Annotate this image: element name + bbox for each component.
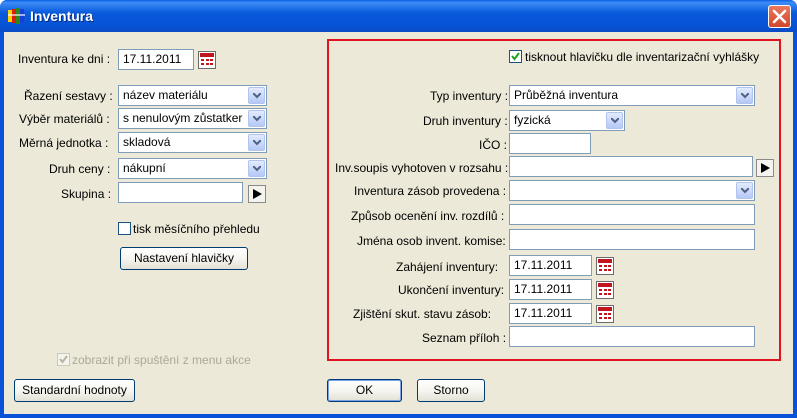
provedena-select[interactable] <box>509 180 755 201</box>
zpusob-field[interactable] <box>509 204 755 225</box>
inventura-ke-dni-label: Inventura ke dni : <box>18 52 111 66</box>
standard-values-button[interactable]: Standardní hodnoty <box>14 379 135 402</box>
ok-label: OK <box>355 383 374 397</box>
zahajeni-field[interactable]: 17.11.2011 <box>509 255 592 276</box>
soupis-field[interactable] <box>509 156 753 177</box>
merna-select[interactable]: skladová <box>118 132 267 153</box>
check-icon <box>59 355 68 364</box>
inventura-ke-dni-field[interactable]: 17.11.2011 <box>118 49 194 70</box>
zjisteni-field[interactable]: 17.11.2011 <box>509 303 592 324</box>
dialog-window: Inventura Inventura ke dni : 17.11.2011 … <box>0 0 797 418</box>
calendar-icon[interactable] <box>596 281 614 299</box>
dialog-client: Inventura ke dni : 17.11.2011 Řazení ses… <box>4 32 793 414</box>
skupina-play-button[interactable] <box>248 185 266 203</box>
nastaveni-hlavicky-label: Nastavení hlavičky <box>133 251 235 265</box>
typ-value: Průběžná inventura <box>514 88 619 102</box>
play-icon <box>253 189 262 199</box>
chevron-down-icon[interactable] <box>248 87 265 104</box>
razeni-value: název materiálu <box>123 88 208 102</box>
calendar-icon[interactable] <box>596 257 614 275</box>
zpusob-label: Způsob ocenění inv. rozdílů : <box>351 209 505 223</box>
soupis-label: Inv.soupis vyhotoven v rozsahu : <box>335 161 509 175</box>
chevron-down-icon[interactable] <box>606 112 623 129</box>
ok-button[interactable]: OK <box>327 379 402 402</box>
jmena-label: Jména osob invent. komise: <box>357 234 506 248</box>
typ-select[interactable]: Průběžná inventura <box>509 85 755 106</box>
check-icon <box>511 52 520 61</box>
vyber-value: s nenulovým zůstatker <box>123 111 243 125</box>
merna-label: Měrná jednotka : <box>19 136 109 150</box>
seznam-label: Seznam příloh : <box>422 331 507 345</box>
ico-label: IČO : <box>479 138 508 152</box>
druh-ceny-value: nákupní <box>123 161 166 175</box>
calendar-icon[interactable] <box>596 305 614 323</box>
tisk-label: tisk měsíčního přehledu <box>133 222 260 236</box>
druh-ceny-select[interactable]: nákupní <box>118 158 267 179</box>
nastaveni-hlavicky-button[interactable]: Nastavení hlavičky <box>120 247 248 270</box>
druh-ceny-label: Druh ceny : <box>49 162 111 176</box>
chevron-down-icon[interactable] <box>248 134 265 151</box>
zobrazit-checkbox[interactable] <box>57 353 70 366</box>
skupina-field[interactable] <box>118 182 243 203</box>
chevron-down-icon[interactable] <box>736 87 753 104</box>
razeni-label: Řazení sestavy : <box>24 89 113 103</box>
jmena-field[interactable] <box>509 229 755 250</box>
zahajeni-label: Zahájení inventury: <box>396 260 499 274</box>
vyber-select[interactable]: s nenulovým zůstatker <box>118 108 267 129</box>
tisknout-checkbox[interactable] <box>509 50 522 63</box>
app-icon <box>8 8 25 24</box>
seznam-field[interactable] <box>509 326 755 347</box>
window-title: Inventura <box>30 8 94 24</box>
ukonceni-label: Ukončení inventury: <box>398 283 505 297</box>
close-button[interactable] <box>768 5 791 28</box>
calendar-icon[interactable] <box>198 51 216 69</box>
chevron-down-icon[interactable] <box>736 182 753 199</box>
tisk-checkbox[interactable] <box>118 222 131 235</box>
tisknout-label: tisknout hlavičku dle inventarizační vyh… <box>525 50 760 64</box>
skupina-label: Skupina : <box>61 187 112 201</box>
ukonceni-field[interactable]: 17.11.2011 <box>509 279 592 300</box>
chevron-down-icon[interactable] <box>248 160 265 177</box>
druh-select[interactable]: fyzická <box>509 110 625 131</box>
typ-label: Typ inventury : <box>430 89 509 103</box>
merna-value: skladová <box>123 135 171 149</box>
druh-label: Druh inventury : <box>423 114 508 128</box>
close-icon <box>772 9 787 24</box>
play-icon <box>761 163 770 173</box>
standard-values-label: Standardní hodnoty <box>22 383 127 397</box>
zjisteni-label: Zjištění skut. stavu zásob: <box>353 307 492 321</box>
storno-label: Storno <box>433 383 469 397</box>
druh-value: fyzická <box>514 113 551 127</box>
ico-field[interactable] <box>509 133 591 154</box>
title-bar[interactable]: Inventura <box>0 0 797 32</box>
provedena-label: Inventura zásob provedena : <box>354 184 507 198</box>
vyber-label: Výběr materiálů : <box>19 112 110 126</box>
zobrazit-label: zobrazit při spuštění z menu akce <box>72 353 251 367</box>
storno-button[interactable]: Storno <box>417 379 485 402</box>
soupis-play-button[interactable] <box>756 159 774 177</box>
chevron-down-icon[interactable] <box>248 110 265 127</box>
razeni-select[interactable]: název materiálu <box>118 85 267 106</box>
